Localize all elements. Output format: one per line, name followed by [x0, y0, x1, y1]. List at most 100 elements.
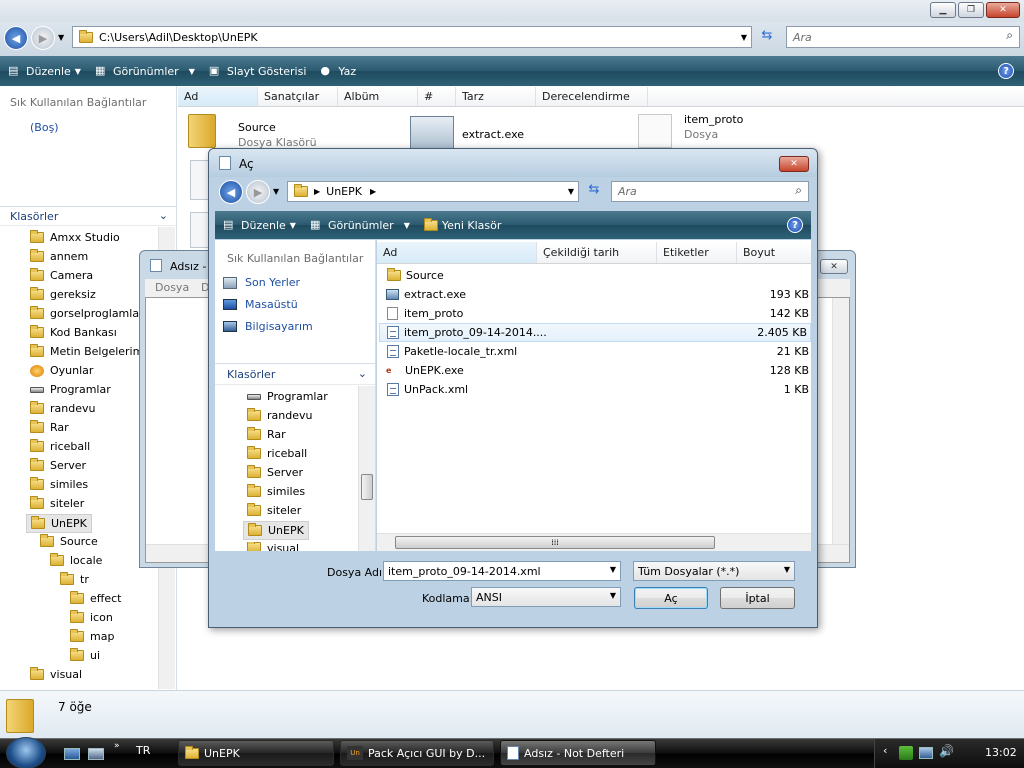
tree-item[interactable]: randevu [247, 408, 312, 422]
favorite-computer[interactable]: Bilgisayarım [223, 320, 313, 333]
file-row[interactable]: UnPack.xml 1 KB [379, 380, 813, 399]
organize-menu[interactable]: ▤ Düzenle ▼ [8, 65, 81, 78]
taskbar-item-unepk[interactable]: UnEPK [178, 740, 334, 766]
search-icon[interactable]: ⌕ [1006, 28, 1013, 43]
tree-item[interactable]: gereksiz [30, 287, 96, 301]
dialog-search-input[interactable]: Ara ⌕ [611, 181, 809, 202]
help-icon[interactable]: ? [998, 63, 1014, 79]
column-date-taken[interactable]: Çekildiği tarih [537, 242, 657, 263]
chevron-down-icon[interactable]: ▼ [741, 33, 747, 42]
tree-item[interactable]: Camera [30, 268, 93, 282]
history-dropdown[interactable]: ▼ [273, 187, 279, 196]
new-folder-button[interactable]: Yeni Klasör [423, 217, 501, 232]
column-album[interactable]: Albüm [338, 87, 418, 106]
refresh-button[interactable]: ⇆ [756, 28, 778, 48]
search-icon[interactable]: ⌕ [795, 183, 802, 198]
explorer-titlebar[interactable]: ▁ ❐ ✕ [0, 0, 1024, 22]
dialog-tree-scrollbar[interactable] [358, 386, 375, 551]
filetype-select[interactable]: Tüm Dosyalar (*.*) ▼ [633, 561, 795, 581]
tree-item[interactable]: riceball [30, 439, 90, 453]
organize-menu[interactable]: ▤ Düzenle ▼ [223, 219, 296, 232]
file-row-selected[interactable]: item_proto_09-14-2014.... 2.405 KB [379, 323, 811, 342]
column-name[interactable]: Ad [377, 242, 537, 263]
tile-item[interactable]: item_proto Dosya [636, 112, 836, 148]
tree-item[interactable]: similes [247, 484, 305, 498]
tile-item[interactable] [190, 212, 210, 248]
column-size[interactable]: Boyut [737, 242, 811, 263]
tree-item[interactable]: icon [70, 610, 113, 624]
maximize-button[interactable]: ❐ [958, 2, 984, 18]
filename-input[interactable]: item_proto_09-14-2014.xml ▼ [383, 561, 621, 581]
network-icon[interactable] [919, 747, 933, 759]
file-row[interactable]: e UnEPK.exe 128 KB [379, 361, 813, 380]
refresh-button[interactable]: ⇆ [583, 182, 605, 202]
chevron-down-icon[interactable]: ▼ [784, 565, 790, 574]
tree-item[interactable]: Source [40, 534, 98, 548]
tree-item[interactable]: Rar [247, 427, 286, 441]
tree-item[interactable]: siteler [247, 503, 301, 517]
column-tags[interactable]: Etiketler [657, 242, 737, 263]
tile-item[interactable]: Source Dosya Klasörü [186, 112, 386, 152]
tree-item[interactable]: Oyunlar [30, 364, 93, 377]
cancel-button[interactable]: İptal [720, 587, 795, 609]
tile-item[interactable] [190, 160, 210, 200]
notepad-vscroll[interactable] [832, 298, 849, 544]
switch-windows-icon[interactable] [88, 748, 104, 760]
back-button[interactable]: ◀ [219, 180, 243, 204]
history-dropdown[interactable]: ▼ [58, 33, 64, 42]
tree-item[interactable]: Metin Belgelerim [30, 344, 143, 358]
chevron-down-icon[interactable]: ▼ [568, 187, 574, 196]
column-name[interactable]: Ad [178, 87, 258, 106]
language-indicator[interactable]: TR [136, 744, 150, 757]
notepad-close-button[interactable]: ✕ [820, 259, 848, 274]
tree-item[interactable]: annem [30, 249, 88, 263]
chevron-down-icon[interactable]: ▼ [610, 565, 616, 574]
tree-item[interactable]: Kod Bankası [30, 325, 117, 339]
column-genre[interactable]: Tarz [456, 87, 536, 106]
print-button[interactable]: ● Yaz [320, 65, 356, 78]
tree-item[interactable]: Server [247, 465, 303, 479]
open-button[interactable]: Aç [634, 587, 708, 609]
show-desktop-icon[interactable] [64, 748, 80, 760]
tree-item[interactable]: map [70, 629, 114, 643]
tree-item[interactable]: similes [30, 477, 88, 491]
dialog-titlebar[interactable]: Aç ✕ [209, 149, 817, 177]
favorite-desktop[interactable]: Masaüstü [223, 298, 298, 311]
folders-header[interactable]: Klasörler ⌄ [0, 206, 176, 226]
views-menu[interactable]: ▦ Görünümler ▼ [310, 219, 410, 232]
back-button[interactable]: ◀ [4, 26, 28, 50]
quicklaunch-expand-icon[interactable]: » [114, 741, 120, 751]
tree-item[interactable]: tr [60, 572, 89, 586]
menu-file[interactable]: Dosya [155, 281, 189, 294]
breadcrumb[interactable]: UnEPK [326, 185, 362, 198]
start-button[interactable] [6, 737, 46, 768]
tree-item[interactable]: Rar [30, 420, 69, 434]
scrollbar-thumb[interactable] [361, 474, 373, 500]
taskbar-item-pack-gui[interactable]: Un Pack Açıcı GUI by D... [340, 740, 494, 766]
forward-button[interactable]: ▶ [246, 180, 270, 204]
file-list-hscroll[interactable]: ⁞⁞⁞ [377, 533, 811, 551]
scrollbar-thumb[interactable]: ⁞⁞⁞ [395, 536, 715, 549]
file-row[interactable]: Source [379, 266, 813, 285]
forward-button[interactable]: ▶ [31, 26, 55, 50]
taskbar-item-notepad[interactable]: Adsız - Not Defteri [500, 740, 656, 766]
minimize-button[interactable]: ▁ [930, 2, 956, 18]
tree-item[interactable]: visual [247, 542, 299, 551]
favorite-recent-places[interactable]: Son Yerler [223, 276, 300, 289]
clock[interactable]: 13:02 [985, 746, 1017, 759]
column-rating[interactable]: Derecelendirme [536, 87, 648, 106]
tree-item[interactable]: Programlar [247, 390, 328, 403]
file-row[interactable]: Paketle-locale_tr.xml 21 KB [379, 342, 813, 361]
close-button[interactable]: ✕ [986, 2, 1020, 18]
search-input[interactable]: Ara ⌕ [786, 26, 1020, 48]
column-number[interactable]: # [418, 87, 456, 106]
tree-item[interactable]: locale [50, 553, 102, 567]
tray-expand-icon[interactable]: ‹ [883, 744, 887, 757]
volume-icon[interactable]: 🔊 [939, 744, 954, 758]
tree-item[interactable]: riceball [247, 446, 307, 460]
dialog-address-bar[interactable]: ▶ UnEPK ▶ ▼ [287, 181, 579, 202]
encoding-select[interactable]: ANSI ▼ [471, 587, 621, 607]
tree-item[interactable]: Server [30, 458, 86, 472]
help-icon[interactable]: ? [787, 217, 803, 233]
tree-item[interactable]: visual [30, 667, 82, 681]
